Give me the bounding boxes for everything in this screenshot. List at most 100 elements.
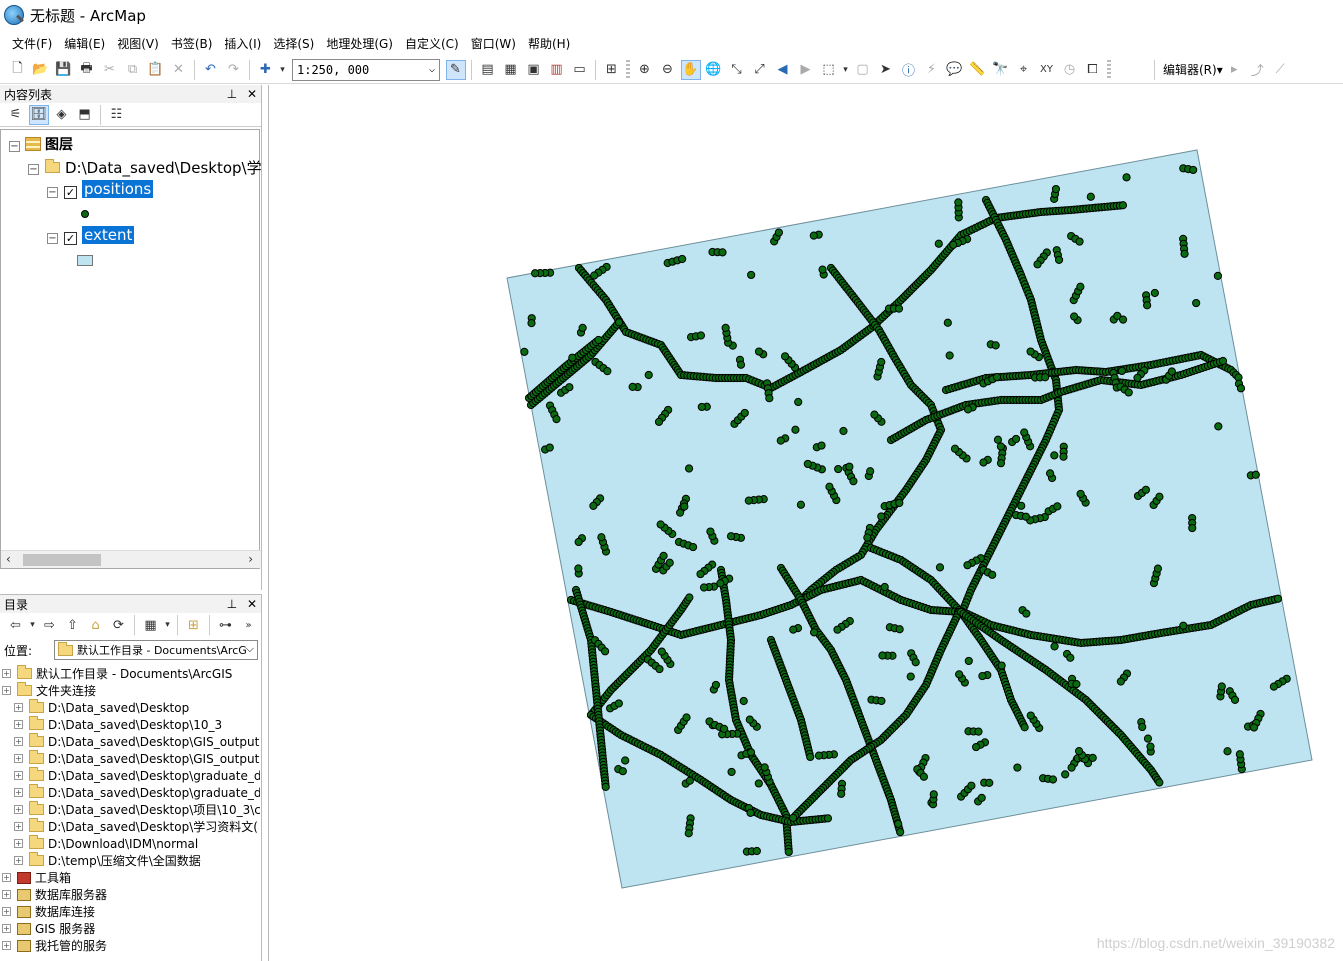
position-point[interactable] bbox=[967, 781, 976, 790]
position-point[interactable] bbox=[823, 814, 833, 823]
position-point[interactable] bbox=[1076, 282, 1085, 291]
menu-help[interactable]: 帮助(H) bbox=[522, 33, 576, 54]
position-point[interactable] bbox=[1051, 184, 1061, 194]
position-point[interactable] bbox=[1022, 609, 1031, 618]
position-point[interactable] bbox=[992, 373, 1002, 382]
position-point[interactable] bbox=[1146, 742, 1155, 751]
position-point[interactable] bbox=[744, 496, 753, 505]
position-point[interactable] bbox=[1059, 452, 1068, 461]
position-point[interactable] bbox=[991, 341, 1000, 350]
position-point[interactable] bbox=[1075, 237, 1084, 246]
expand-icon[interactable]: + bbox=[14, 771, 23, 780]
catalog-item[interactable]: + 文件夹连接 bbox=[2, 682, 96, 699]
arctoolbox-icon[interactable]: ▥ bbox=[547, 60, 567, 80]
position-point[interactable] bbox=[971, 742, 981, 752]
position-point[interactable] bbox=[684, 829, 693, 838]
position-point[interactable] bbox=[685, 593, 694, 602]
position-point[interactable] bbox=[866, 467, 875, 476]
new-document-icon[interactable]: 🗋 bbox=[8, 60, 28, 80]
position-point[interactable] bbox=[833, 625, 842, 634]
position-point[interactable] bbox=[919, 772, 929, 781]
position-point[interactable] bbox=[1249, 723, 1259, 732]
menu-customize[interactable]: 自定义(C) bbox=[399, 33, 465, 54]
position-point[interactable] bbox=[849, 477, 858, 486]
position-point[interactable] bbox=[644, 370, 653, 380]
position-point[interactable] bbox=[1017, 501, 1026, 510]
editor-toolbar-icon[interactable]: ✎ bbox=[445, 59, 466, 80]
position-point[interactable] bbox=[996, 442, 1005, 451]
position-point[interactable] bbox=[1218, 356, 1228, 366]
position-point[interactable] bbox=[911, 658, 920, 667]
print-icon[interactable]: 🖶 bbox=[77, 60, 97, 80]
table-icon[interactable]: ▤ bbox=[478, 60, 498, 80]
pan-hand-icon[interactable]: ✋ bbox=[680, 59, 701, 80]
position-point[interactable] bbox=[977, 793, 986, 803]
position-point[interactable] bbox=[719, 724, 729, 733]
position-point[interactable] bbox=[760, 763, 769, 772]
position-point[interactable] bbox=[1179, 621, 1188, 630]
position-point[interactable] bbox=[1054, 255, 1064, 265]
expand-icon[interactable]: + bbox=[2, 941, 11, 950]
connect-folder-icon[interactable]: ⟳ bbox=[109, 615, 129, 635]
catalog-item[interactable]: + 数据库连接 bbox=[2, 903, 95, 920]
time-slider-icon[interactable]: ◷ bbox=[1060, 60, 1080, 80]
menu-windows[interactable]: 窗口(W) bbox=[465, 33, 522, 54]
scroll-right-icon[interactable]: › bbox=[248, 552, 253, 566]
position-point[interactable] bbox=[736, 360, 746, 369]
position-point[interactable] bbox=[1061, 770, 1070, 779]
position-point[interactable] bbox=[880, 582, 889, 592]
map-canvas[interactable] bbox=[269, 85, 1343, 961]
position-point[interactable] bbox=[600, 647, 610, 656]
position-point[interactable] bbox=[711, 680, 721, 690]
position-point[interactable] bbox=[877, 696, 886, 706]
position-point[interactable] bbox=[659, 551, 668, 560]
toggle-contents-icon[interactable]: ⊶ bbox=[216, 615, 236, 635]
position-point[interactable] bbox=[765, 394, 774, 403]
expand-icon[interactable]: + bbox=[14, 788, 23, 797]
fixed-zoom-in-icon[interactable]: ⤡ bbox=[727, 60, 747, 80]
position-point[interactable] bbox=[950, 444, 960, 453]
layer-extent-label[interactable]: extent bbox=[82, 226, 135, 244]
expand-icon[interactable]: + bbox=[14, 839, 23, 848]
position-point[interactable] bbox=[988, 570, 997, 579]
position-point[interactable] bbox=[895, 498, 904, 508]
list-by-drawing-order-icon[interactable]: ⚟ bbox=[6, 105, 26, 125]
list-by-source-icon[interactable]: 🗄 bbox=[28, 104, 49, 125]
straight-segment-icon[interactable]: ⟋ bbox=[1270, 60, 1290, 80]
select-elements-arrow-icon[interactable]: ➤ bbox=[876, 60, 896, 80]
extent-visibility-checkbox[interactable]: ✓ bbox=[64, 232, 77, 245]
expand-icon[interactable]: + bbox=[2, 907, 11, 916]
position-point[interactable] bbox=[1213, 271, 1223, 280]
position-point[interactable] bbox=[1192, 298, 1201, 308]
go-to-xy-icon[interactable]: XY bbox=[1037, 60, 1057, 80]
position-point[interactable] bbox=[878, 651, 887, 660]
full-extent-globe-icon[interactable]: 🌐 bbox=[704, 60, 724, 80]
position-point[interactable] bbox=[1236, 384, 1246, 393]
position-point[interactable] bbox=[747, 270, 756, 280]
catalog-item[interactable]: + D:\Download\IDM\normal bbox=[14, 835, 198, 852]
position-point[interactable] bbox=[877, 357, 886, 367]
position-point[interactable] bbox=[618, 767, 627, 776]
position-point[interactable] bbox=[1026, 711, 1035, 720]
clear-selection-icon[interactable]: ▢ bbox=[853, 60, 873, 80]
position-point[interactable] bbox=[949, 240, 958, 249]
new-folder-icon[interactable]: ⊞ bbox=[184, 615, 204, 635]
position-point[interactable] bbox=[1013, 763, 1022, 772]
position-point[interactable] bbox=[1133, 373, 1142, 382]
expand-icon[interactable]: + bbox=[14, 805, 23, 814]
position-point[interactable] bbox=[955, 670, 964, 679]
position-point[interactable] bbox=[963, 405, 973, 414]
map-view[interactable]: https://blog.csdn.net/weixin_39190382 bbox=[268, 85, 1343, 961]
position-point[interactable] bbox=[520, 347, 529, 356]
paste-icon[interactable]: 📋 bbox=[146, 60, 166, 80]
position-point[interactable] bbox=[739, 696, 748, 706]
scrollbar-thumb[interactable] bbox=[23, 554, 101, 566]
position-point[interactable] bbox=[530, 269, 540, 278]
position-point[interactable] bbox=[568, 353, 577, 362]
position-point[interactable] bbox=[727, 767, 736, 777]
expand-icon[interactable]: + bbox=[2, 890, 11, 899]
position-point[interactable] bbox=[665, 558, 674, 567]
position-point[interactable] bbox=[1086, 192, 1095, 201]
expand-icon[interactable]: + bbox=[2, 686, 11, 695]
position-point[interactable] bbox=[837, 789, 846, 798]
